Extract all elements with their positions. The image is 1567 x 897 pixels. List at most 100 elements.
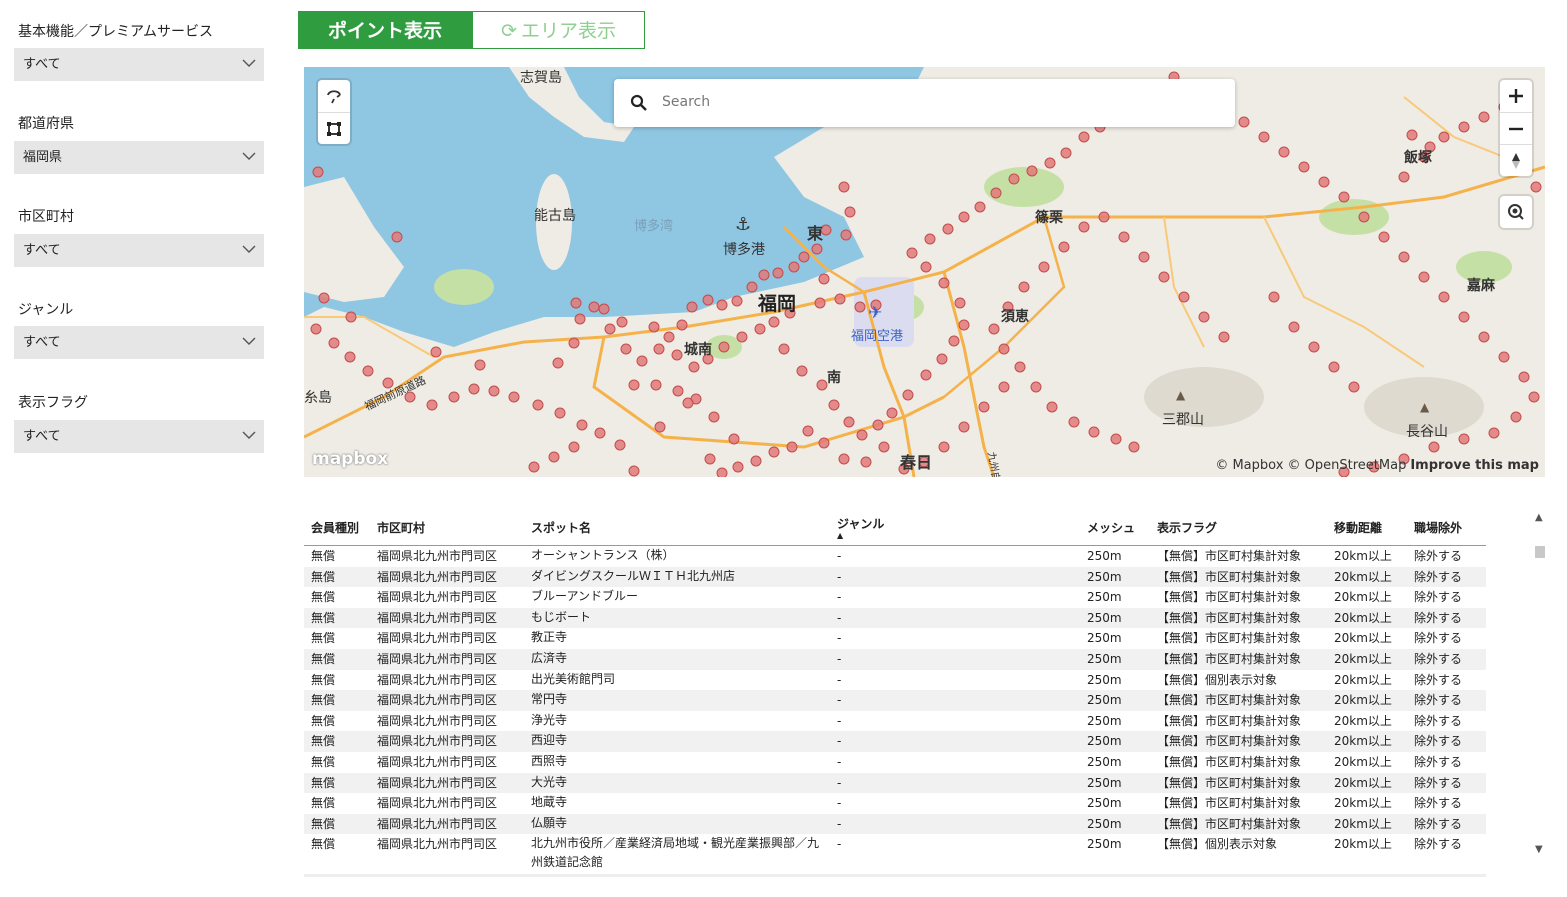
spot-marker[interactable] (650, 379, 662, 391)
spot-marker[interactable] (345, 311, 357, 323)
spot-marker[interactable] (828, 399, 840, 411)
spot-marker[interactable] (676, 319, 688, 331)
spot-marker[interactable] (1478, 331, 1490, 343)
spot-marker[interactable] (671, 349, 683, 361)
spot-marker[interactable] (920, 261, 932, 273)
spot-marker[interactable] (682, 397, 694, 409)
spot-marker[interactable] (1498, 351, 1510, 363)
draw-freehand-button[interactable] (318, 80, 350, 112)
improve-map-link[interactable]: Improve this map (1410, 458, 1539, 473)
spot-marker[interactable] (920, 369, 932, 381)
genre-select[interactable]: すべて (14, 326, 264, 359)
table-row[interactable]: 無償 福岡県北九州市門司区 広済寺 -250m 【無償】市区町村集計対象 20km以上 除外… (304, 648, 1486, 670)
spot-marker[interactable] (1478, 111, 1490, 123)
spot-marker[interactable] (548, 451, 560, 463)
spot-marker[interactable] (708, 411, 720, 423)
spot-marker[interactable] (328, 337, 340, 349)
spot-marker[interactable] (1418, 271, 1430, 283)
spot-marker[interactable] (818, 437, 830, 449)
spot-marker[interactable] (344, 351, 356, 363)
spot-marker[interactable] (716, 299, 728, 311)
spot-marker[interactable] (1044, 157, 1056, 169)
spot-marker[interactable] (840, 229, 852, 241)
spot-marker[interactable] (1088, 426, 1100, 438)
spot-marker[interactable] (653, 343, 665, 355)
spot-marker[interactable] (528, 461, 540, 473)
spot-marker[interactable] (1046, 401, 1058, 413)
table-row[interactable]: 無償 福岡県北九州市門司区 ダイビングスクールＷＩＴＨ北九州店 -250m 【無償】市区… (304, 566, 1486, 588)
attribution-text[interactable]: © Mapbox © OpenStreetMap (1215, 458, 1406, 473)
spot-marker[interactable] (1218, 331, 1230, 343)
spot-marker[interactable] (886, 407, 898, 419)
table-row[interactable]: 無償 福岡県北九州市門司区 浄光寺 - 250m 【無償】市区町村集計対象 20km以上 除外… (304, 711, 1486, 732)
spot-marker[interactable] (802, 425, 814, 437)
spot-marker[interactable] (988, 323, 1000, 335)
spot-marker[interactable] (312, 166, 324, 178)
zoom-in-button[interactable] (1500, 80, 1532, 112)
mapbox-logo[interactable]: mapbox (312, 449, 388, 469)
spot-marker[interactable] (468, 383, 480, 395)
spot-marker[interactable] (938, 277, 950, 289)
spot-marker[interactable] (811, 243, 823, 255)
search-input[interactable]: Search (662, 94, 710, 110)
spot-marker[interactable] (938, 441, 950, 453)
spot-marker[interactable] (924, 233, 936, 245)
spot-marker[interactable] (906, 247, 918, 259)
spot-marker[interactable] (1018, 281, 1030, 293)
table-row[interactable]: 無償 福岡県北九州市門司区 教正寺 - 250m 【無償】市区町村集計対象 20km以上 除外… (304, 628, 1486, 649)
spot-marker[interactable] (1278, 146, 1290, 158)
spot-marker[interactable] (758, 269, 770, 281)
spot-marker[interactable] (838, 181, 850, 193)
spot-marker[interactable] (844, 206, 856, 218)
spot-marker[interactable] (718, 341, 730, 353)
spot-marker[interactable] (1158, 271, 1170, 283)
spot-marker[interactable] (958, 211, 970, 223)
table-row[interactable]: 無償 福岡県北九州市門司区 西照寺 - 250m 【無償】市区町村集計対象 20km以上 除外… (304, 752, 1486, 773)
spot-marker[interactable] (570, 297, 582, 309)
spot-marker[interactable] (1008, 173, 1020, 185)
spot-marker[interactable] (1258, 131, 1270, 143)
spot-marker[interactable] (568, 441, 580, 453)
spot-marker[interactable] (552, 357, 564, 369)
header-mesh[interactable]: メッシュ (1080, 510, 1150, 546)
spot-marker[interactable] (1098, 211, 1110, 223)
spot-marker[interactable] (1398, 251, 1410, 263)
spot-marker[interactable] (1128, 441, 1140, 453)
spot-marker[interactable] (796, 365, 808, 377)
spot-marker[interactable] (834, 293, 846, 305)
spot-marker[interactable] (1528, 391, 1540, 403)
spot-marker[interactable] (816, 379, 828, 391)
spot-marker[interactable] (948, 335, 960, 347)
scroll-down-icon[interactable]: ▼ (1535, 844, 1543, 855)
spot-marker[interactable] (1518, 371, 1530, 383)
table-row[interactable]: 無償 福岡県北九州市門司区 大光寺 -250m 【無償】市区町村集計対象 20km以上 除外… (304, 772, 1486, 794)
spot-marker[interactable] (1428, 441, 1440, 453)
spot-marker[interactable] (614, 439, 626, 451)
spot-marker[interactable] (1058, 241, 1070, 253)
spot-marker[interactable] (978, 401, 990, 413)
header-workplace-exclusion[interactable]: 職場除外 (1407, 510, 1486, 546)
spot-marker[interactable] (508, 391, 520, 403)
scroll-up-icon[interactable]: ▲ (1535, 512, 1543, 523)
spot-marker[interactable] (654, 421, 666, 433)
table-row[interactable]: 無償 福岡県北九州市門司区 ブルーアンドブルー - 250m 【無償】市区町村集計対象 20… (304, 587, 1486, 608)
spot-marker[interactable] (628, 379, 640, 391)
header-city[interactable]: 市区町村 (370, 510, 524, 546)
spot-marker[interactable] (1458, 311, 1470, 323)
spot-marker[interactable] (1438, 131, 1450, 143)
spot-marker[interactable] (1026, 165, 1038, 177)
table-row[interactable]: 無償 福岡県北九州市門司区 出光美術館門司 - 250m 【無償】個別表示対象 20km以上… (304, 670, 1486, 691)
spot-marker[interactable] (1038, 261, 1050, 273)
locate-button[interactable] (1500, 196, 1532, 228)
map-search[interactable]: Search (614, 79, 1235, 127)
table-row[interactable]: 無償 福岡県北九州市門司区 オーシャントランス（株） - 250m 【無償】市区町村集計対… (304, 546, 1486, 567)
spot-marker[interactable] (998, 381, 1010, 393)
spot-marker[interactable] (1438, 291, 1450, 303)
spot-marker[interactable] (768, 446, 780, 458)
spot-marker[interactable] (688, 361, 700, 373)
spot-marker[interactable] (878, 441, 890, 453)
spot-marker[interactable] (786, 441, 798, 453)
spot-marker[interactable] (574, 313, 586, 325)
spot-marker[interactable] (728, 433, 740, 445)
spot-marker[interactable] (1338, 191, 1350, 203)
